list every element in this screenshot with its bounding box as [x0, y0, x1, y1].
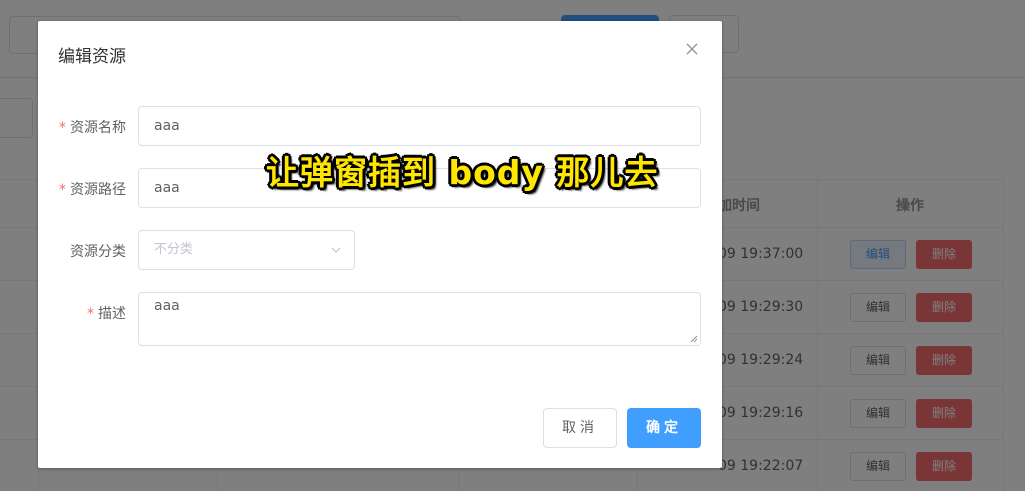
- edit-resource-dialog: 编辑资源 * 资源名称 aaa * 资源路径 aaa 资源分类 不分类 * 描述 aa…: [38, 21, 722, 468]
- description-label-text: 描述: [98, 306, 126, 322]
- chevron-down-icon: [331, 247, 341, 253]
- resource-category-label-text: 资源分类: [70, 244, 126, 260]
- dialog-title: 编辑资源: [58, 47, 126, 67]
- resource-name-label-text: 资源名称: [70, 120, 126, 136]
- resource-path-label: * 资源路径: [59, 179, 126, 199]
- resource-name-value: aaa: [154, 118, 180, 134]
- description-textarea[interactable]: aaa: [138, 292, 701, 346]
- resource-category-select[interactable]: 不分类: [138, 230, 355, 270]
- resource-path-value: aaa: [154, 180, 180, 196]
- resize-grip-icon[interactable]: [690, 335, 698, 343]
- cancel-button[interactable]: 取消: [543, 408, 617, 448]
- required-mark: *: [59, 120, 66, 136]
- close-icon[interactable]: [682, 39, 702, 59]
- description-value: aaa: [154, 298, 180, 314]
- required-mark: *: [59, 182, 66, 198]
- description-label: * 描述: [87, 303, 126, 323]
- required-mark: *: [87, 306, 94, 322]
- resource-path-label-text: 资源路径: [70, 182, 126, 198]
- resource-category-label: 资源分类: [70, 241, 126, 261]
- resource-name-label: * 资源名称: [59, 117, 126, 137]
- overlay-caption: 让弹窗插到 body 那儿去: [266, 153, 659, 192]
- select-placeholder: 不分类: [154, 242, 194, 257]
- resource-name-input[interactable]: aaa: [138, 106, 701, 146]
- confirm-button[interactable]: 确定: [627, 408, 701, 448]
